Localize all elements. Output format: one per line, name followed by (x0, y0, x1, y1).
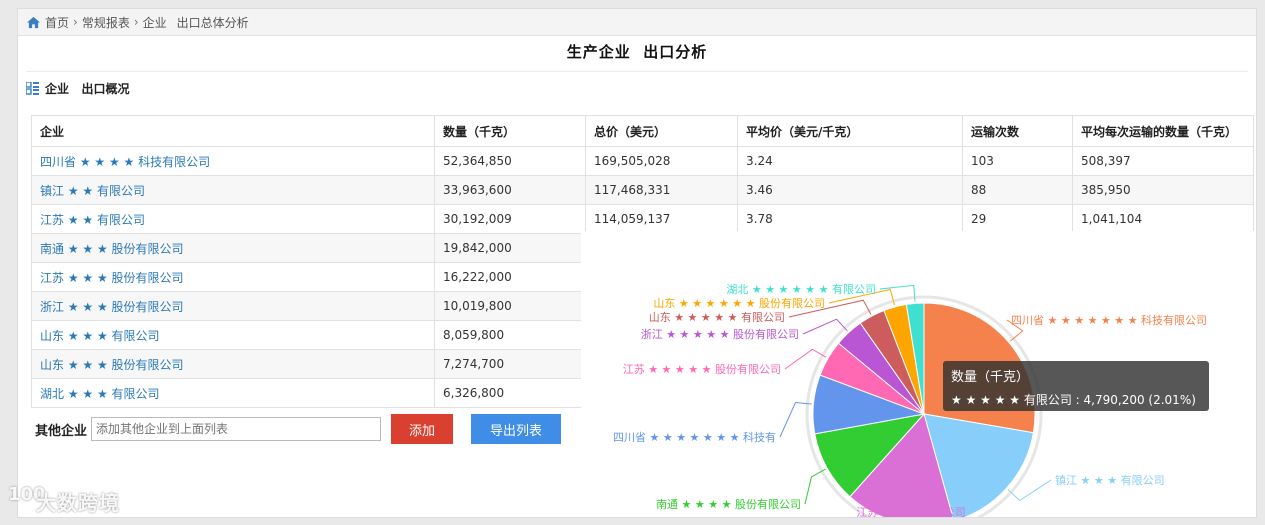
trips-cell: 29 (962, 204, 1073, 234)
enterprise-link[interactable]: 山东 ★ ★ ★ 有限公司 (40, 329, 160, 343)
table-row: 江苏 ★ ★ 有限公司 30,192,009 114,059,137 3.78 29 1,… (31, 204, 1254, 234)
enterprise-link[interactable]: 浙江 ★ ★ ★ 股份有限公司 (40, 300, 184, 314)
avg-cell: 3.46 (737, 175, 963, 205)
breadcrumb-reports[interactable]: 常规报表 (82, 14, 130, 31)
total-cell: 117,468,331 (585, 175, 738, 205)
enterprise-link[interactable]: 南通 ★ ★ ★ 股份有限公司 (40, 242, 184, 256)
chevron-right-icon: › (133, 15, 139, 29)
export-list-button[interactable]: 导出列表 (471, 414, 562, 444)
enterprise-link[interactable]: 江苏 ★ ★ 有限公司 (40, 213, 145, 227)
avg-trip-cell: 385,950 (1072, 175, 1254, 205)
grid-icon (26, 82, 39, 95)
tooltip-value: ★ ★ ★ ★ ★ 有限公司 : 4,790,200 (2.01%) (951, 393, 1196, 407)
table-row: 四川省 ★ ★ ★ ★ 科技有限公司 52,364,850 169,505,028 3… (31, 146, 1254, 176)
breadcrumb-home[interactable]: 首页 (45, 14, 69, 31)
enterprise-link[interactable]: 镇江 ★ ★ 有限公司 (40, 184, 145, 198)
enterprise-search-input[interactable] (91, 417, 382, 441)
page-title: 生产企业 出口分析 (566, 43, 708, 61)
avg-trip-cell: 508,397 (1072, 146, 1254, 176)
pie-slice-label: 镇江 ★ ★ ★ 有限公司 (1055, 473, 1165, 487)
pie-slice-label: 湖北 ★ ★ ★ ★ ★ ★ 有限公司 (726, 282, 876, 296)
add-button[interactable]: 添加 (391, 414, 454, 444)
breadcrumb-current: 出口总体分析 (176, 15, 249, 30)
qty-cell: 8,059,800 (434, 320, 586, 350)
pie-slice-label: 四川省 ★ ★ ★ ★ ★ ★ ★ 科技有限公司 (1011, 313, 1207, 327)
header-quantity[interactable]: 数量（千克） (434, 115, 586, 147)
pie-slice-label: 浙江 ★ ★ ★ ★ ★ 股份有限公司 (641, 327, 799, 341)
enterprise-link[interactable]: 江苏 ★ ★ ★ 股份有限公司 (40, 271, 184, 285)
home-icon[interactable] (26, 16, 41, 29)
qty-cell: 16,222,000 (434, 262, 586, 292)
other-enterprise-label: 其他企业 (35, 423, 88, 439)
watermark-text: 大数跨境 (36, 491, 120, 515)
chevron-right-icon: › (73, 15, 78, 29)
header-trips[interactable]: 运输次数 (962, 115, 1073, 147)
qty-cell: 33,963,600 (434, 175, 586, 205)
chart-tooltip: 数量（千克） ★ ★ ★ ★ ★ 有限公司 : 4,790,200 (2.01%… (943, 361, 1209, 411)
total-cell: 169,505,028 (585, 146, 738, 176)
tooltip-title: 数量（千克） (951, 370, 1030, 385)
pie-slice-label: 江苏 ★ ★ ★ ★ ★ 股份有限公司 (623, 362, 781, 376)
pie-slice-label: 山东 ★ ★ ★ ★ ★ 有限公司 (649, 310, 785, 324)
enterprise-link[interactable]: 山东 ★ ★ ★ 股份有限公司 (40, 358, 184, 372)
quantity-pie-chart: 四川省 ★ ★ ★ ★ ★ ★ ★ 科技有限公司 镇江 ★ ★ ★ 有限公司江苏 … (581, 231, 1256, 517)
qty-cell: 7,274,700 (434, 349, 586, 379)
avg-cell: 3.24 (737, 146, 963, 176)
section-header: 企业 出口概况 (26, 71, 1248, 105)
qty-cell: 19,842,000 (434, 233, 586, 263)
breadcrumb-enterprise[interactable]: 企业 (143, 14, 167, 31)
breadcrumb: 首页 › 常规报表 › 企业 出口总体分析 (18, 9, 1256, 36)
trips-cell: 103 (962, 146, 1073, 176)
header-avg-price[interactable]: 平均价（美元/千克） (737, 115, 963, 147)
pie-slice-label: 山东 ★ ★ ★ ★ ★ ★ 股份有限公司 (653, 296, 825, 310)
pie-slice-label: 南通 ★ ★ ★ ★ 股份有限公司 (656, 497, 801, 511)
section-title: 企业 出口概况 (45, 82, 130, 96)
qty-cell: 10,019,800 (434, 291, 586, 321)
header-avg-per-trip[interactable]: 平均每次运输的数量（千克） (1072, 115, 1254, 147)
enterprise-link[interactable]: 四川省 ★ ★ ★ ★ 科技有限公司 (40, 155, 210, 169)
qty-cell: 6,326,800 (434, 378, 586, 408)
enterprise-link[interactable]: 湖北 ★ ★ ★ 有限公司 (40, 387, 160, 401)
header-total-price[interactable]: 总价（美元） (585, 115, 738, 147)
app-frame: 首页 › 常规报表 › 企业 出口总体分析 生产企业 出口分析 企业 出口概况 … (17, 8, 1257, 518)
add-enterprise-bar: 其他企业 添加 导出列表 (31, 407, 591, 451)
avg-trip-cell: 1,041,104 (1072, 204, 1254, 234)
qty-cell: 52,364,850 (434, 146, 586, 176)
table-header-row: 企业 数量（千克） 总价（美元） 平均价（美元/千克） 运输次数 平均每次运输的… (31, 115, 1254, 147)
avg-cell: 3.78 (737, 204, 963, 234)
pie-slice-label: 江苏 ★ ★ ★ 有限公司 (856, 505, 966, 517)
trips-cell: 88 (962, 175, 1073, 205)
table-row: 镇江 ★ ★ 有限公司 33,963,600 117,468,331 3.46 88 38… (31, 175, 1254, 205)
total-cell: 114,059,137 (585, 204, 738, 234)
header-enterprise[interactable]: 企业 (31, 115, 435, 147)
pie-slice-label: 四川省 ★ ★ ★ ★ ★ ★ ★ 科技有 (613, 430, 776, 444)
qty-cell: 30,192,009 (434, 204, 586, 234)
